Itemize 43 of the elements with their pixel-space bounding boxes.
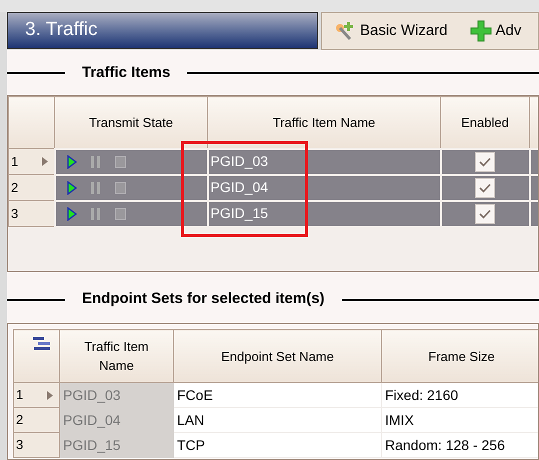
checkbox[interactable] (475, 178, 495, 198)
table-cell: PGID_03 (208, 148, 440, 174)
section-heading: Traffic Items (81, 62, 172, 83)
column-header[interactable]: Traffic Item Name (208, 96, 440, 148)
row-header[interactable]: 1 (8, 148, 54, 174)
table-cell: IMIX (382, 408, 538, 432)
play-icon[interactable] (66, 206, 76, 220)
table-cell: TCP (174, 432, 382, 458)
table-cell: Fixed: 2160 (382, 382, 538, 408)
group-icon[interactable] (33, 336, 51, 350)
table-cell: PGID_04 (208, 174, 440, 200)
row-header[interactable]: 2 (14, 408, 60, 432)
checkbox[interactable] (475, 152, 495, 172)
current-row-icon (47, 391, 53, 400)
check-icon (479, 208, 491, 219)
table-cell: LAN (174, 408, 382, 432)
section-heading: Endpoint Sets for selected item(s) (81, 289, 326, 310)
column-header[interactable]: Enabled (440, 96, 530, 148)
table-cell: PGID_15 (60, 432, 174, 458)
row-header[interactable]: 2 (8, 174, 54, 200)
table-cell: FCoE (174, 382, 382, 408)
table-cell: PGID_04 (60, 408, 174, 432)
table-cell: Random: 128 - 256 (382, 432, 538, 458)
checkbox[interactable] (475, 204, 495, 224)
play-icon[interactable] (66, 180, 76, 194)
column-header[interactable]: Traffic Item Name (60, 330, 174, 382)
row-header[interactable]: 1 (14, 382, 60, 408)
table-cell: PGID_15 (208, 200, 440, 226)
play-icon[interactable] (66, 154, 76, 168)
row-header[interactable]: 3 (8, 200, 54, 226)
column-header[interactable]: Transmit State (54, 96, 208, 148)
check-icon (479, 182, 491, 193)
panel-title: 3. Traffic (25, 18, 98, 42)
table-cell: PGID_03 (60, 382, 174, 408)
check-icon (479, 156, 491, 167)
magic-wand-icon (334, 20, 356, 42)
row-header[interactable]: 3 (14, 432, 60, 458)
toolbar-button[interactable]: Basic Wizard (334, 20, 448, 42)
column-header[interactable]: Endpoint Set Name (174, 330, 382, 382)
current-row-icon (42, 157, 48, 166)
toolbar-button[interactable]: Adv (470, 20, 522, 42)
column-header[interactable]: Frame Size (382, 330, 538, 382)
plus-icon (470, 20, 492, 42)
